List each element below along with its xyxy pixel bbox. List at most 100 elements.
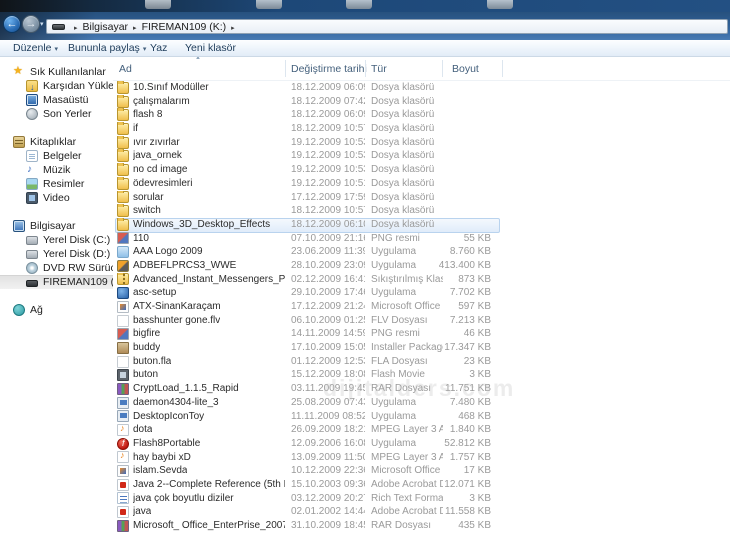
file-name: basshunter gone.flv xyxy=(133,314,220,328)
column-separator[interactable] xyxy=(442,60,443,77)
sidebar-item[interactable]: Yerel Disk (C:) xyxy=(0,233,113,247)
list-item[interactable]: bigfire14.11.2009 14:59PNG resmi46 KB xyxy=(113,327,730,341)
breadcrumb-item[interactable]: Bilgisayar xyxy=(83,21,129,33)
file-size-cell xyxy=(413,149,491,163)
file-date-cell: 15.10.2003 09:36 xyxy=(291,478,365,492)
list-item[interactable]: ATX-SinanKaraçam17.12.2009 21:24Microsof… xyxy=(113,300,730,314)
file-name: buton.fla xyxy=(133,355,171,369)
toolbar-item[interactable]: Düzenle▾ xyxy=(13,42,58,54)
toolbar-item[interactable]: Yaz xyxy=(150,42,167,54)
list-item[interactable]: Windows_3D_Desktop_Effects18.12.2009 06:… xyxy=(113,218,730,232)
list-item[interactable]: islam.Sevda10.12.2009 22:36Microsoft Off… xyxy=(113,464,730,478)
sidebar-group-header[interactable]: Kitaplıklar xyxy=(0,135,113,149)
sidebar-item[interactable]: Karşıdan Yüklemeler xyxy=(0,79,113,93)
list-item[interactable]: buton.fla01.12.2009 12:53FLA Dosyası23 K… xyxy=(113,355,730,369)
breadcrumb-item[interactable]: FIREMAN109 (K:) xyxy=(142,21,227,33)
column-separator[interactable] xyxy=(502,60,503,77)
column-header-name[interactable]: Ad xyxy=(119,63,132,75)
list-item[interactable]: java çok boyutlu diziler03.12.2009 20:27… xyxy=(113,492,730,506)
file-name: CryptLoad_1.1.5_Rapid xyxy=(133,382,239,396)
list-item[interactable]: hay baybi xD13.09.2009 11:50MPEG Layer 3… xyxy=(113,451,730,465)
file-date-cell: 26.09.2009 18:21 xyxy=(291,423,365,437)
pdf-icon xyxy=(117,479,129,491)
file-name-cell: 10.Sınıf Modüller xyxy=(117,81,285,95)
back-button[interactable]: ← xyxy=(3,15,21,33)
list-item[interactable]: java02.01.2002 14:44Adobe Acrobat D...11… xyxy=(113,505,730,519)
column-separator[interactable] xyxy=(365,60,366,77)
list-item[interactable]: DesktopIconToy11.11.2009 08:52Uygulama46… xyxy=(113,410,730,424)
file-date-cell: 17.12.2009 17:59 xyxy=(291,191,365,205)
file-name-cell: CryptLoad_1.1.5_Rapid xyxy=(117,382,285,396)
list-item[interactable]: java_ornek19.12.2009 10:53Dosya klasörü xyxy=(113,149,730,163)
list-item[interactable]: if18.12.2009 10:57Dosya klasörü xyxy=(113,122,730,136)
forward-button[interactable]: → xyxy=(22,15,40,33)
sidebar-group-header[interactable]: Bilgisayar xyxy=(0,219,113,233)
column-header-size[interactable]: Boyut xyxy=(452,63,479,75)
list-item[interactable]: AAA Logo 200923.06.2009 11:39Uygulama8.7… xyxy=(113,245,730,259)
sidebar-group: BilgisayarYerel Disk (C:)Yerel Disk (D:)… xyxy=(0,219,113,289)
list-item[interactable]: çalışmalarım18.12.2009 07:42Dosya klasör… xyxy=(113,95,730,109)
list-item[interactable]: basshunter gone.flv06.10.2009 01:25FLV D… xyxy=(113,314,730,328)
list-item[interactable]: dota26.09.2009 18:21MPEG Layer 3 Aud...1… xyxy=(113,423,730,437)
recent-pages-chevron-icon[interactable]: ▾ xyxy=(40,20,44,28)
sidebar-item[interactable]: FIREMAN109 (K:) xyxy=(0,275,113,289)
sidebar-item[interactable]: Masaüstü xyxy=(0,93,113,107)
file-name-cell: java çok boyutlu diziler xyxy=(117,492,285,506)
file-date-cell: 06.10.2009 01:25 xyxy=(291,314,365,328)
list-item[interactable]: 11007.10.2009 21:16PNG resmi55 KB xyxy=(113,232,730,246)
file-size-cell: 17 KB xyxy=(413,464,491,478)
column-header-date[interactable]: Değiştirme tarihi xyxy=(291,63,367,75)
file-date-cell: 02.12.2009 16:41 xyxy=(291,273,365,287)
sort-arrow-icon: ▲ xyxy=(195,57,201,61)
sidebar-item[interactable]: Yerel Disk (D:) xyxy=(0,247,113,261)
list-item[interactable]: ADBEFLPRCS3_WWE28.10.2009 23:09Uygulama4… xyxy=(113,259,730,273)
list-item[interactable]: buddy17.10.2009 15:05Installer Package17… xyxy=(113,341,730,355)
audio-icon xyxy=(117,424,129,436)
blank-icon xyxy=(117,315,129,327)
file-date-cell: 19.12.2009 10:53 xyxy=(291,149,365,163)
list-item[interactable]: Flash8Portable12.09.2006 16:08Uygulama52… xyxy=(113,437,730,451)
list-item[interactable]: buton15.12.2009 18:08Flash Movie3 KB xyxy=(113,368,730,382)
toolbar-item[interactable]: Yeni klasör xyxy=(185,42,236,54)
list-item[interactable]: ödevresimleri19.12.2009 10:51Dosya klasö… xyxy=(113,177,730,191)
sidebar-item[interactable]: Müzik xyxy=(0,163,113,177)
list-item[interactable]: no cd image19.12.2009 10:53Dosya klasörü xyxy=(113,163,730,177)
list-item[interactable]: sorular17.12.2009 17:59Dosya klasörü xyxy=(113,191,730,205)
list-item[interactable]: flash 818.12.2009 06:09Dosya klasörü xyxy=(113,108,730,122)
libraries-icon xyxy=(13,136,25,148)
list-item[interactable]: Java 2--Complete Reference (5th Ed 2002)… xyxy=(113,478,730,492)
list-item[interactable]: CryptLoad_1.1.5_Rapid03.11.2009 19:45RAR… xyxy=(113,382,730,396)
window-title-glass: ← → ▾ ▸Bilgisayar▸FIREMAN109 (K:)▸ xyxy=(0,12,730,40)
list-item[interactable]: asc-setup29.10.2009 17:46Uygulama7.702 K… xyxy=(113,286,730,300)
file-size-cell xyxy=(413,204,491,218)
column-header-type[interactable]: Tür xyxy=(371,63,387,75)
file-name-cell: hay baybi xD xyxy=(117,451,285,465)
file-size-cell: 7.480 KB xyxy=(413,396,491,410)
file-size-cell: 1.840 KB xyxy=(413,423,491,437)
breadcrumb-separator-icon[interactable]: ▸ xyxy=(133,25,137,32)
file-size-cell xyxy=(413,163,491,177)
sidebar-item[interactable]: Son Yerler xyxy=(0,107,113,121)
file-date-cell: 11.11.2009 08:52 xyxy=(291,410,365,424)
computer-icon xyxy=(13,220,25,232)
list-item[interactable]: ıvır zıvırlar19.12.2009 10:53Dosya klasö… xyxy=(113,136,730,150)
documents-icon xyxy=(26,150,38,162)
sidebar-group-header[interactable]: Sık Kullanılanlar xyxy=(0,65,113,79)
setup-icon xyxy=(117,260,129,272)
list-item[interactable]: daemon4304-lite_325.08.2009 07:43Uygulam… xyxy=(113,396,730,410)
breadcrumb-separator-icon[interactable]: ▸ xyxy=(231,25,235,32)
sidebar-group-label: Ağ xyxy=(30,304,43,316)
sidebar-item[interactable]: Video xyxy=(0,191,113,205)
sidebar-group-header[interactable]: Ağ xyxy=(0,303,113,317)
list-item[interactable]: Advanced_Instant_Messengers_Password...0… xyxy=(113,273,730,287)
sidebar-item[interactable]: DVD RW Sürücüsü (E:) xyxy=(0,261,113,275)
file-date-cell: 18.12.2009 10:57 xyxy=(291,204,365,218)
list-item[interactable]: 10.Sınıf Modüller18.12.2009 06:09Dosya k… xyxy=(113,81,730,95)
sidebar-item[interactable]: Resimler xyxy=(0,177,113,191)
list-item[interactable]: Microsoft_ Office_EnterPrise_2007_ activ… xyxy=(113,519,730,533)
address-bar[interactable]: ▸Bilgisayar▸FIREMAN109 (K:)▸ xyxy=(46,19,728,34)
toolbar-item[interactable]: Bununla paylaş▾ xyxy=(68,42,146,54)
sidebar-item[interactable]: Belgeler xyxy=(0,149,113,163)
column-separator[interactable] xyxy=(285,60,286,77)
list-item[interactable]: switch18.12.2009 10:57Dosya klasörü xyxy=(113,204,730,218)
